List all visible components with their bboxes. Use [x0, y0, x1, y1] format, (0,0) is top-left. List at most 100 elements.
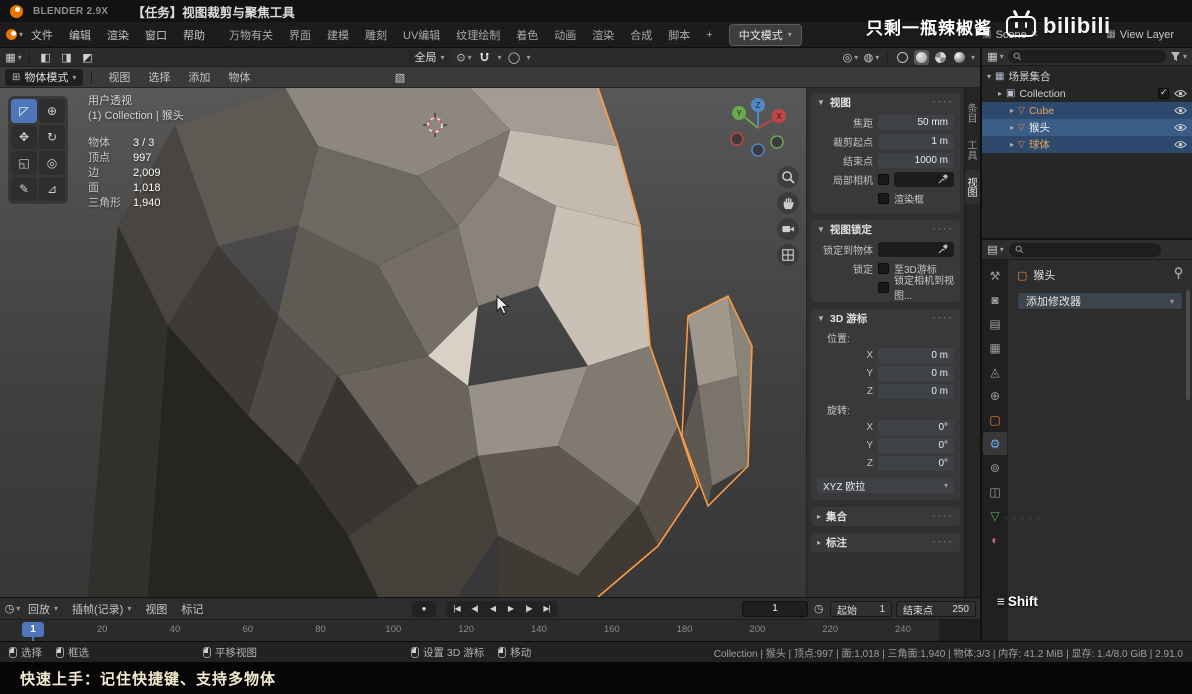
move-tool[interactable]: ✥ [11, 125, 37, 149]
expand-icon[interactable]: ▸ [1010, 106, 1014, 115]
collection-checkbox[interactable] [1158, 87, 1169, 99]
workspace-tab[interactable]: 脚本 [660, 23, 698, 47]
render-tab[interactable]: ◙ [983, 288, 1007, 311]
timeline-ruler[interactable]: 1 20 40 60 80 100 120 140 160 180 200 220 240 [0, 620, 980, 641]
editor-type-button[interactable]: ▦ ▾ [5, 49, 22, 65]
visibility-eye-icon[interactable] [1174, 140, 1187, 149]
snap-magnet-icon[interactable] [476, 49, 493, 65]
frame-end-field[interactable]: 结束点 250 [896, 601, 976, 617]
proportional-editing-icon[interactable]: ◯ [506, 49, 523, 65]
output-tab[interactable]: ▤ [983, 312, 1007, 335]
sidebar-tab[interactable]: 条目 [965, 96, 980, 130]
play-button[interactable]: ▶ [502, 602, 519, 616]
workspace-tab[interactable]: 雕刻 [357, 23, 395, 47]
outliner-object-row[interactable]: ▸ ▽ Cube [982, 102, 1192, 119]
current-frame-field[interactable]: 1 [742, 600, 808, 617]
visibility-eye-icon[interactable] [1174, 123, 1187, 132]
outliner-object-row[interactable]: ▸ ▽ 球体 [982, 136, 1192, 153]
keying-clock-icon[interactable]: ◷ [814, 602, 824, 615]
expand-icon[interactable]: ▸ [998, 89, 1002, 98]
workspace-tab[interactable]: + [698, 25, 720, 45]
physics-tab[interactable]: ⊚ [983, 456, 1007, 479]
number-field[interactable]: 1 m [878, 133, 954, 149]
annotate-tool[interactable]: ✎ [11, 177, 37, 201]
timeline-editor-type-button[interactable]: ◷ ▾ [4, 601, 21, 617]
collapsed-panel-header[interactable]: ▸ 标注 ···· [811, 533, 960, 552]
camera-object-field[interactable] [894, 171, 954, 187]
timeline-menu[interactable]: 回放 ▾ [21, 599, 65, 619]
properties-editor-type-button[interactable]: ▤ ▾ [987, 242, 1004, 258]
panel-3d-cursor-header[interactable]: ▼ 3D 游标 ···· [811, 309, 960, 328]
number-field[interactable]: 1000 m [878, 152, 954, 168]
modifiers-tab[interactable]: ⚙ [983, 432, 1007, 455]
menu-item[interactable]: 窗口 [137, 24, 175, 46]
expand-icon[interactable]: ▸ [1010, 123, 1014, 132]
material-tab[interactable]: ◐ [983, 528, 1007, 551]
outliner-search-input[interactable] [1008, 50, 1166, 63]
workspace-tab[interactable]: 建模 [319, 23, 357, 47]
timeline-menu[interactable]: 插帧(记录) ▾ [65, 599, 138, 619]
header-toggle-icon[interactable]: ◩ [79, 49, 96, 65]
measure-tool[interactable]: ⊿ [39, 177, 65, 201]
panel-grip-icon[interactable]: ···· [933, 511, 954, 522]
collapsed-panel-header[interactable]: ▸ 集合 ···· [811, 507, 960, 526]
camera-view-icon[interactable] [777, 218, 799, 240]
lock-to-cursor-checkbox[interactable] [878, 262, 889, 274]
collection-row[interactable]: ▸ ▣ Collection [982, 85, 1192, 102]
timeline-menu[interactable]: 视图▾ [138, 599, 174, 619]
cursor-rotation-field[interactable]: 0° [878, 419, 954, 435]
eyedropper-icon[interactable] [938, 244, 948, 254]
sidebar-tab[interactable]: 工具 [965, 133, 980, 167]
tool-settings-icon[interactable]: ▧ [391, 69, 408, 85]
scene-collection-row[interactable]: ▾ ▦ 场景集合 [982, 68, 1192, 85]
add-modifier-button[interactable]: 添加修改器 ▾ [1017, 292, 1183, 310]
blender-menu-button[interactable]: ▾ [6, 27, 23, 43]
shading-wireframe-button[interactable] [895, 50, 910, 65]
frame-start-field[interactable]: 起始 1 [830, 601, 892, 617]
visibility-eye-icon[interactable] [1174, 89, 1187, 98]
menu-item[interactable]: 帮助 [175, 24, 213, 46]
playhead[interactable]: 1 [22, 622, 44, 641]
render-region-checkbox[interactable] [878, 192, 889, 204]
select-box-tool[interactable]: ◸ [11, 99, 37, 123]
expand-icon[interactable]: ▸ [1010, 140, 1014, 149]
viewport-menu-item[interactable]: 选择 [140, 66, 178, 88]
prev-keyframe-button[interactable]: ◀| [466, 602, 483, 616]
ortho-grid-icon[interactable] [777, 244, 799, 266]
cursor-location-field[interactable]: 0 m [878, 347, 954, 363]
jump-start-button[interactable]: |◀ [448, 602, 465, 616]
header-toggle-icon[interactable]: ◨ [58, 49, 75, 65]
timeline-menu[interactable]: 标记▾ [174, 599, 210, 619]
transform-pivot-icon[interactable]: ⊙ ▾ [455, 49, 472, 65]
shading-rendered-button[interactable] [952, 50, 967, 65]
tool-tab[interactable]: ⚒ [983, 264, 1007, 287]
show-gizmo-icon[interactable]: ◎ ▾ [842, 49, 859, 65]
scale-tool[interactable]: ◱ [11, 151, 37, 175]
properties-search-input[interactable] [1009, 242, 1161, 257]
workspace-tab[interactable]: 万物有关 [221, 23, 281, 47]
panel-view-lock-header[interactable]: ▼ 视图锁定 ···· [811, 220, 960, 239]
jump-end-button[interactable]: ▶| [538, 602, 555, 616]
transform-orientation-dropdown[interactable]: 全局 ▾ [407, 49, 452, 65]
viewport-menu-item[interactable]: 视图 [100, 66, 138, 88]
workspace-tab[interactable]: 渲染 [584, 23, 622, 47]
cursor-rotation-field[interactable]: 0° [878, 455, 954, 471]
workspace-tab-active[interactable]: 中文模式 ▾ [728, 23, 802, 46]
eyedropper-icon[interactable] [938, 174, 948, 184]
outliner-object-row[interactable]: ▸ ▽ 猴头 [982, 119, 1192, 136]
navigation-gizmo[interactable]: Z X Y [730, 92, 790, 167]
constraints-tab[interactable]: ◫ [983, 480, 1007, 503]
rotation-order-dropdown[interactable]: XYZ 欧拉 ▾ [817, 477, 954, 493]
workspace-tab[interactable]: 动画 [546, 23, 584, 47]
rotate-tool[interactable]: ↻ [39, 125, 65, 149]
workspace-tab[interactable]: 着色 [508, 23, 546, 47]
object-tab[interactable]: ▢ [983, 408, 1007, 431]
shading-solid-button[interactable] [913, 49, 929, 65]
menu-item[interactable]: 渲染 [99, 24, 137, 46]
show-overlays-icon[interactable]: ◍ ▾ [863, 49, 880, 65]
mode-dropdown[interactable]: ⊞ 物体模式 ▾ [5, 68, 84, 86]
viewport-canvas[interactable]: ◸ ⊕ ✥ ↻ ◱ ◎ ✎ ⊿ 用户透视 (1) Collection | 猴头 物体 3 / … [0, 88, 980, 597]
panel-grip-icon[interactable]: ···· [933, 313, 954, 324]
shading-material-button[interactable] [933, 50, 948, 65]
scrollbar[interactable] [1186, 290, 1190, 400]
